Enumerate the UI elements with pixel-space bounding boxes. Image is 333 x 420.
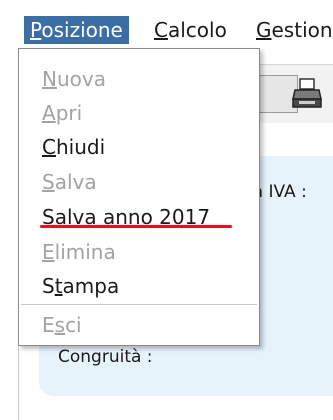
menu-item-nuova: Nuova xyxy=(42,67,106,91)
congruita-label: Congruità : xyxy=(58,347,153,367)
menu-bar: Posizione Calcolo Gestion xyxy=(18,12,333,48)
menu-separator xyxy=(21,304,257,305)
menu-calcolo[interactable]: Calcolo xyxy=(148,16,233,44)
menu-item-chiudi[interactable]: Chiudi xyxy=(42,132,105,162)
menu-gestione[interactable]: Gestion xyxy=(250,16,333,44)
menu-item-stampa[interactable]: Stampa xyxy=(42,271,119,301)
posizione-dropdown-menu: Nuova Apri Chiudi Salva Salva anno 2017 … xyxy=(18,48,260,346)
menu-item-apri: Apri xyxy=(42,101,83,125)
menu-item-elimina: Elimina xyxy=(42,240,116,264)
menu-item-esci: Esci xyxy=(42,313,82,337)
highlight-underline xyxy=(40,225,232,228)
menu-posizione[interactable]: Posizione xyxy=(24,16,129,44)
printer-icon[interactable] xyxy=(292,77,322,111)
menu-item-salva: Salva xyxy=(42,170,97,194)
